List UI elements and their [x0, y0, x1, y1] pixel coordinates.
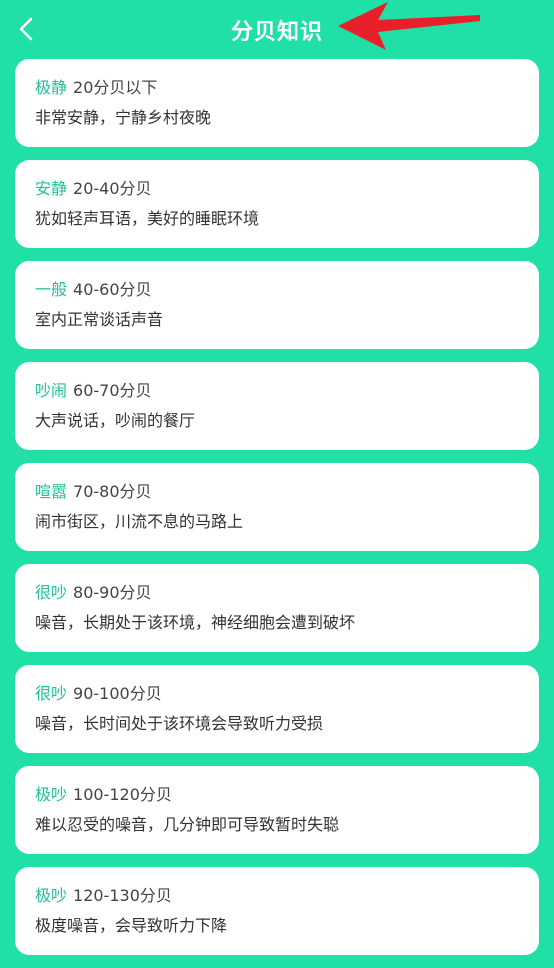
- level-name: 安静: [35, 179, 68, 198]
- level-card[interactable]: 极吵 120-130分贝 极度噪音，会导致听力下降: [15, 867, 539, 955]
- level-name: 很吵: [35, 583, 68, 602]
- decibel-level-list: 极静 20分贝以下 非常安静，宁静乡村夜晚 安静 20-40分贝 犹如轻声耳语，美好…: [15, 59, 539, 968]
- level-name: 一般: [35, 280, 68, 299]
- decibel-range: 20分贝以下: [73, 78, 158, 97]
- decibel-range: 120-130分贝: [73, 886, 172, 905]
- level-name: 喧嚣: [35, 482, 68, 501]
- level-card[interactable]: 喧嚣 70-80分贝 闹市街区，川流不息的马路上: [15, 463, 539, 551]
- level-name: 很吵: [35, 684, 68, 703]
- level-card[interactable]: 极吵 100-120分贝 难以忍受的噪音，几分钟即可导致暂时失聪: [15, 766, 539, 854]
- level-description: 难以忍受的噪音，几分钟即可导致暂时失聪: [35, 815, 340, 834]
- decibel-range: 20-40分贝: [73, 179, 152, 198]
- level-description: 非常安静，宁静乡村夜晚: [35, 108, 212, 127]
- decibel-range: 80-90分贝: [73, 583, 152, 602]
- level-description: 噪音，长时间处于该环境会导致听力受损: [35, 714, 324, 733]
- level-description: 闹市街区，川流不息的马路上: [35, 512, 244, 531]
- level-card[interactable]: 吵闹 60-70分贝 大声说话，吵闹的餐厅: [15, 362, 539, 450]
- level-card[interactable]: 很吵 90-100分贝 噪音，长时间处于该环境会导致听力受损: [15, 665, 539, 753]
- level-description: 大声说话，吵闹的餐厅: [35, 411, 196, 430]
- level-name: 极吵: [35, 785, 68, 804]
- decibel-range: 90-100分贝: [73, 684, 162, 703]
- level-description: 犹如轻声耳语，美好的睡眠环境: [35, 209, 260, 228]
- level-card[interactable]: 很吵 80-90分贝 噪音，长期处于该环境，神经细胞会遭到破坏: [15, 564, 539, 652]
- decibel-range: 100-120分贝: [73, 785, 172, 804]
- level-name: 吵闹: [35, 381, 68, 400]
- level-description: 室内正常谈话声音: [35, 310, 164, 329]
- decibel-range: 60-70分贝: [73, 381, 152, 400]
- level-description: 极度噪音，会导致听力下降: [35, 916, 228, 935]
- page-title: 分贝知识: [230, 20, 323, 45]
- decibel-range: 40-60分贝: [73, 280, 152, 299]
- level-description: 噪音，长期处于该环境，神经细胞会遭到破坏: [35, 613, 356, 632]
- level-card[interactable]: 一般 40-60分贝 室内正常谈话声音: [15, 261, 539, 349]
- level-name: 极静: [35, 78, 68, 97]
- header: 分贝知识: [0, 0, 554, 58]
- decibel-range: 70-80分贝: [73, 482, 152, 501]
- level-name: 极吵: [35, 886, 68, 905]
- level-card[interactable]: 安静 20-40分贝 犹如轻声耳语，美好的睡眠环境: [15, 160, 539, 248]
- level-card[interactable]: 极静 20分贝以下 非常安静，宁静乡村夜晚: [15, 59, 539, 147]
